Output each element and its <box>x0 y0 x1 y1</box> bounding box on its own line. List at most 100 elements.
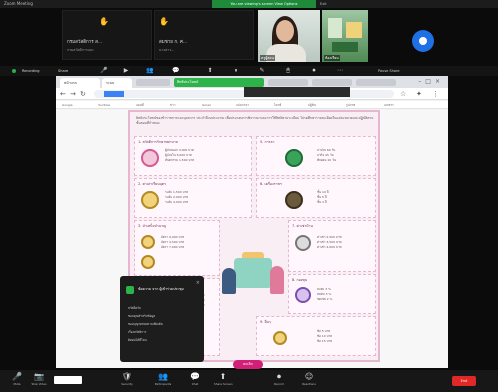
bookmark[interactable]: รูปภาพ <box>346 101 355 109</box>
share-icon: ⬆ <box>219 372 227 381</box>
notification-line: ติดต่อได้ที่ไหน <box>128 338 147 342</box>
bookmark[interactable]: ข่าว <box>170 101 175 109</box>
video-tile[interactable]: ครูผู้สอน <box>258 10 320 62</box>
window-controls-icon[interactable]: –□× <box>418 78 444 86</box>
address-bar: ← → ↻ ☆ ✦ ⋮ <box>56 87 448 100</box>
bookmarks-bar: Google YouTube แผนที่ ข่าว Gmail แปลภาษา… <box>56 101 448 109</box>
section-title: 9. อื่นๆ <box>260 320 271 324</box>
view-options[interactable]: Exit <box>320 0 327 8</box>
section-title: 6. เครื่องราชฯ <box>260 182 282 186</box>
mic-icon[interactable]: 🎤 <box>100 67 108 75</box>
benefit-row: ชั้น 3 ปี <box>317 200 327 204</box>
notification-line: สวัสดีครับ <box>128 306 141 310</box>
url-input[interactable] <box>94 87 394 98</box>
browser-tab[interactable]: หน้าแรก <box>60 78 100 88</box>
section-title: 1. สวัสดิการรักษาพยาบาล <box>138 140 178 144</box>
office-illustration <box>222 252 284 296</box>
bookmark[interactable]: ไดรฟ์ <box>274 101 281 109</box>
stop-share-button[interactable]: ยกเลิก <box>233 360 263 369</box>
star-icon[interactable]: ☆ <box>400 90 406 98</box>
pause-icon[interactable]: ⏸ <box>232 67 240 75</box>
share-notice[interactable]: You are viewing's screen View Options <box>212 0 316 8</box>
camera-icon: 📷 <box>34 372 44 381</box>
bookmark[interactable]: แผนที่ <box>136 101 144 109</box>
emblem-icon <box>273 331 287 345</box>
section-title: 3. บำเหน็จบำนาญ <box>138 224 167 228</box>
security-button[interactable]: 🛡 Security <box>118 372 136 390</box>
remote-control-icon[interactable]: 🖱 <box>284 67 292 75</box>
participant-subtitle: นางสาว... <box>159 48 175 52</box>
garuda-icon <box>285 191 303 209</box>
notification-line: ขออนุญาตสอบถามเพิ่มเติม <box>128 322 163 326</box>
annotate-icon[interactable]: ✎ <box>258 67 266 75</box>
benefit-section: 9. อื่นๆ ข้อ 5 บาท ข้อ 10 บาท ข้อ 15 บาท <box>256 316 376 356</box>
document-intro: สิทธิประโยชน์ของข้าราชการและบุคลากร ประจ… <box>136 116 374 125</box>
browser-tab[interactable] <box>136 79 170 86</box>
next-page-icon[interactable] <box>412 30 434 52</box>
close-icon[interactable]: × <box>196 280 200 286</box>
participant-tile[interactable]: ✋ กรมสวัสดิการ ส... กรมสวัสดิการและ <box>62 10 152 60</box>
emblem-icon <box>141 235 155 249</box>
back-icon[interactable]: ← <box>60 90 66 98</box>
bookmark[interactable]: เอกสาร <box>384 101 394 109</box>
bookmark[interactable]: Google <box>62 101 73 109</box>
participants-icon[interactable]: 👥 <box>146 67 154 75</box>
browser-tab[interactable] <box>312 79 352 86</box>
record-button[interactable]: ⏺ Record <box>270 372 288 390</box>
browser-window: หน้าแรก ระบบ สิทธิประโยชน์ –□× ← → ↻ ☆ ✦… <box>56 76 448 368</box>
recording-dot-icon <box>12 69 16 73</box>
bookmark[interactable]: ปฏิทิน <box>308 101 316 109</box>
web-page: สิทธิประโยชน์ของข้าราชการและบุคลากร ประจ… <box>56 110 448 368</box>
browser-tab[interactable] <box>356 79 396 86</box>
benefit-section: 2. ค่าเล่าเรียนบุตร ระดับ 1,500 บาท ระดั… <box>134 178 252 218</box>
video-icon[interactable]: ▶ <box>122 67 130 75</box>
chat-button[interactable]: 💬 Chat <box>186 372 204 390</box>
reload-icon[interactable]: ↻ <box>80 90 86 98</box>
bookmark[interactable]: แปลภาษา <box>236 101 249 109</box>
bookmark[interactable]: YouTube <box>98 101 110 109</box>
share-screen-button[interactable]: ⬆ Share Screen <box>214 372 233 390</box>
medical-cross-icon <box>285 149 303 167</box>
share-label[interactable]: Share <box>58 66 68 76</box>
participant-name: สมชาย ก. ศ... <box>159 40 188 45</box>
video-button[interactable]: 📷 Stop Video <box>30 372 48 390</box>
raised-hand-icon: ✋ <box>159 17 169 26</box>
chat-notification[interactable]: × ข้อความ จาก ผู้เข้าร่วมประชุม สวัสดีคร… <box>120 276 204 362</box>
chat-input[interactable] <box>54 376 82 384</box>
heart-icon <box>141 149 159 167</box>
browser-tab[interactable] <box>268 79 308 86</box>
menu-icon[interactable]: ⋮ <box>432 90 439 98</box>
benefit-section: 1. สวัสดิการรักษาพยาบาล ผู้ป่วยนอก 3,000… <box>134 136 252 176</box>
benefit-row: ระดับ 4,000 บาท <box>165 200 189 204</box>
extensions-icon[interactable]: ✦ <box>416 90 422 98</box>
bookmark[interactable]: Gmail <box>202 101 211 109</box>
meeting-controls: 🎤 Mute 📷 Stop Video 🛡 Security 👥 Partici… <box>0 370 498 392</box>
benefit-section: 6. เครื่องราชฯ ชั้น 10 ปี ชั้น 5 ปี ชั้น… <box>256 178 376 218</box>
recording-label: Recording <box>22 69 40 73</box>
more-icon[interactable]: ⋯ <box>336 67 344 75</box>
participants-button[interactable]: 👥 Participants <box>154 372 172 390</box>
notification-line: ขอบคุณสำหรับข้อมูล <box>128 314 156 318</box>
video-name: ห้องเรียน <box>324 55 340 61</box>
title-bar: Zoom Meeting You are viewing's screen Vi… <box>0 0 498 8</box>
share-icon[interactable]: ⬆ <box>206 67 214 75</box>
participant-tile[interactable]: ✋ สมชาย ก. ศ... นางสาว... <box>154 10 254 60</box>
pause-share-label[interactable]: Pause Share <box>378 66 400 76</box>
benefit-row: ชดเชย 2 % <box>317 297 333 301</box>
browser-tab-active[interactable]: สิทธิประโยชน์ <box>174 78 264 87</box>
share-toolbar: Recording Share 🎤 ▶ 👥 💬 ⬆ ⏸ ✎ 🖱 ⏺ ⋯ Paus… <box>0 66 498 76</box>
record-icon[interactable]: ⏺ <box>310 67 318 75</box>
zoom-window: Zoom Meeting You are viewing's screen Vi… <box>0 0 498 392</box>
reactions-button[interactable]: ☺ Reactions <box>300 372 318 390</box>
section-title: 2. ค่าเล่าเรียนบุตร <box>138 182 166 186</box>
notification-title: ข้อความ จาก ผู้เข้าร่วมประชุม <box>138 287 184 291</box>
end-meeting-button[interactable]: End <box>452 376 476 386</box>
video-tile[interactable]: ห้องเรียน <box>322 10 368 62</box>
mute-button[interactable]: 🎤 Mute <box>8 372 26 390</box>
chat-icon[interactable]: 💬 <box>172 67 180 75</box>
benefit-row: ค่าเช่า 4,000 บาท <box>317 245 342 249</box>
forward-icon[interactable]: → <box>70 90 76 98</box>
emblem-icon <box>295 287 311 303</box>
browser-tab[interactable]: ระบบ <box>102 78 132 88</box>
emblem-icon <box>141 191 159 209</box>
